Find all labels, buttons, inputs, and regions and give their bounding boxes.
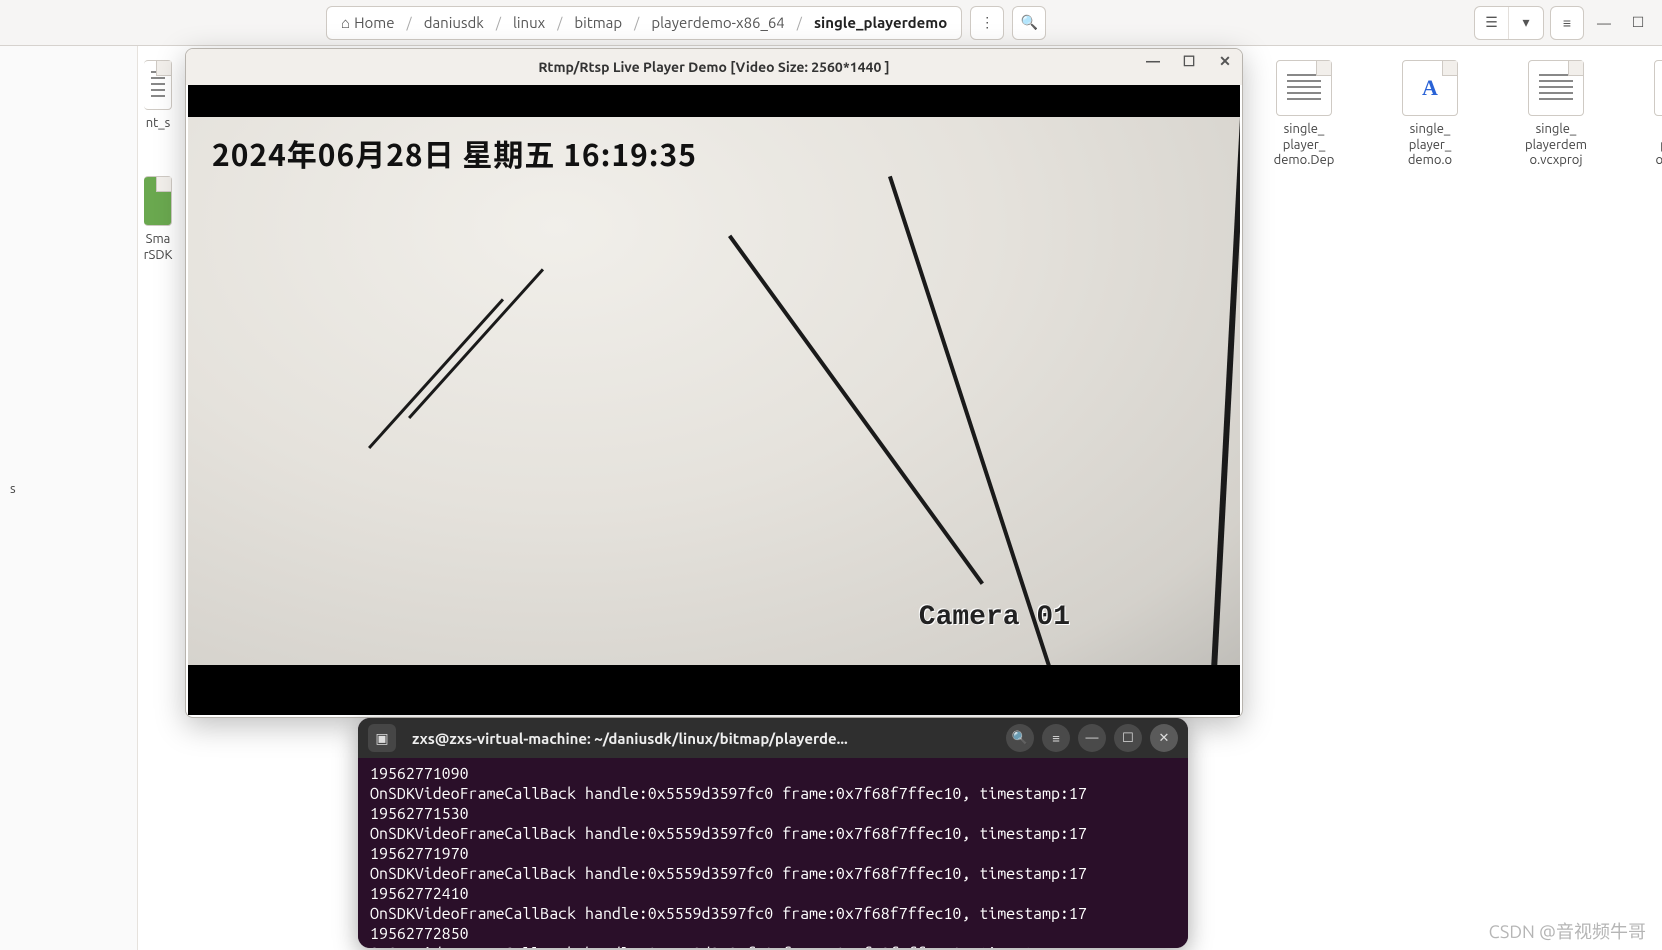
wall-edge bbox=[1211, 117, 1240, 665]
home-icon: ⌂ bbox=[341, 14, 350, 32]
file-label: single_ playerd o.vcxproj bbox=[1655, 122, 1662, 169]
hamburger-icon: ≡ bbox=[1052, 731, 1060, 746]
breadcrumb-part-0[interactable]: daniusdk bbox=[414, 14, 494, 31]
file-label: single_ playerdem o.vcxproj bbox=[1525, 122, 1587, 169]
file-icon bbox=[144, 176, 172, 226]
file-label: single_ player_ demo.o bbox=[1408, 122, 1452, 169]
text-file-icon bbox=[1276, 60, 1332, 116]
view-mode-pill: ☰ ▾ bbox=[1474, 6, 1544, 40]
osd-timestamp: 2024年06月28日 星期五 16:19:35 bbox=[212, 131, 697, 175]
file-label: single_ player_ demo.Dep bbox=[1274, 122, 1335, 169]
breadcrumb-current[interactable]: single_playerdemo bbox=[804, 14, 957, 31]
header-right-controls: ☰ ▾ ≡ — ☐ bbox=[1474, 6, 1652, 40]
file-item-0[interactable]: single_ player_ demo.Dep bbox=[1256, 60, 1352, 169]
maximize-icon: ☐ bbox=[1122, 731, 1134, 746]
text-file-icon bbox=[1654, 60, 1662, 116]
file-grid-left-partial: nt_s bbox=[138, 60, 178, 132]
hamburger-menu-button[interactable]: ≡ bbox=[1550, 6, 1584, 40]
player-titlebar[interactable]: Rtmp/Rtsp Live Player Demo [Video Size: … bbox=[186, 49, 1242, 85]
video-area: 2024年06月28日 星期五 16:19:35 Camera 01 bbox=[188, 85, 1240, 715]
file-label: Sma rSDK bbox=[144, 232, 173, 263]
player-minimize-button[interactable]: — bbox=[1142, 53, 1164, 70]
breadcrumb-home[interactable]: ⌂Home bbox=[331, 14, 405, 32]
search-button[interactable]: 🔍 bbox=[1012, 6, 1046, 40]
file-item-2[interactable]: single_ playerdem o.vcxproj bbox=[1508, 60, 1604, 169]
file-item-partial-0[interactable]: nt_s bbox=[138, 60, 178, 132]
minimize-icon: — bbox=[1086, 731, 1099, 745]
player-window-controls: — ☐ ✕ bbox=[1142, 53, 1236, 70]
fixture-edge bbox=[368, 298, 504, 449]
terminal-icon: ▣ bbox=[375, 730, 388, 747]
file-icon bbox=[144, 60, 172, 110]
more-options-button[interactable]: ⋮ bbox=[970, 6, 1004, 40]
breadcrumb-separator: / bbox=[405, 15, 414, 31]
view-dropdown-button[interactable]: ▾ bbox=[1509, 7, 1543, 39]
file-grid-left-partial2: Sma rSDK bbox=[138, 176, 178, 263]
terminal-title: zxs@zxs-virtual-machine: ~/daniusdk/linu… bbox=[412, 730, 848, 747]
breadcrumb-separator: / bbox=[555, 15, 564, 31]
kebab-icon: ⋮ bbox=[980, 14, 994, 31]
file-manager-sidebar: s bbox=[0, 46, 138, 950]
search-icon: 🔍 bbox=[1012, 731, 1028, 746]
terminal-new-tab-button[interactable]: ▣ bbox=[368, 724, 396, 752]
list-icon: ☰ bbox=[1485, 14, 1498, 31]
terminal-close-button[interactable]: ✕ bbox=[1150, 724, 1178, 752]
terminal-minimize-button[interactable]: — bbox=[1078, 724, 1106, 752]
terminal-menu-button[interactable]: ≡ bbox=[1042, 724, 1070, 752]
breadcrumb: ⌂Home / daniusdk / linux / bitmap / play… bbox=[326, 6, 962, 40]
breadcrumb-part-2[interactable]: bitmap bbox=[564, 14, 632, 31]
terminal-body[interactable]: 19562771090 OnSDKVideoFrameCallBack hand… bbox=[358, 758, 1188, 948]
file-item-1[interactable]: A single_ player_ demo.o bbox=[1382, 60, 1478, 169]
list-view-button[interactable]: ☰ bbox=[1475, 7, 1509, 39]
player-maximize-button[interactable]: ☐ bbox=[1178, 53, 1200, 70]
breadcrumb-separator: / bbox=[494, 15, 503, 31]
player-title-text: Rtmp/Rtsp Live Player Demo [Video Size: … bbox=[538, 59, 889, 75]
text-file-icon bbox=[1528, 60, 1584, 116]
terminal-maximize-button[interactable]: ☐ bbox=[1114, 724, 1142, 752]
chevron-down-icon: ▾ bbox=[1522, 14, 1529, 31]
ceiling-beam bbox=[888, 176, 1052, 665]
breadcrumb-part-3[interactable]: playerdemo-x86_64 bbox=[641, 14, 794, 31]
terminal-header-controls: 🔍 ≡ — ☐ ✕ bbox=[1006, 724, 1178, 752]
file-grid-right: single_ player_ demo.Dep A single_ playe… bbox=[1256, 60, 1662, 169]
maximize-icon: ☐ bbox=[1632, 14, 1645, 31]
richtext-file-icon: A bbox=[1402, 60, 1458, 116]
search-icon: 🔍 bbox=[1021, 14, 1038, 31]
csdn-watermark: CSDN @音视频牛哥 bbox=[1489, 918, 1646, 944]
maximize-button[interactable]: ☐ bbox=[1624, 9, 1652, 37]
sidebar-item[interactable]: s bbox=[0, 476, 137, 502]
terminal-window: ▣ zxs@zxs-virtual-machine: ~/daniusdk/li… bbox=[358, 718, 1188, 948]
player-window: Rtmp/Rtsp Live Player Demo [Video Size: … bbox=[185, 48, 1243, 718]
breadcrumb-separator: / bbox=[795, 15, 804, 31]
video-frame: 2024年06月28日 星期五 16:19:35 Camera 01 bbox=[188, 117, 1240, 665]
breadcrumb-part-1[interactable]: linux bbox=[503, 14, 555, 31]
ceiling-beam bbox=[728, 235, 984, 585]
terminal-search-button[interactable]: 🔍 bbox=[1006, 724, 1034, 752]
minimize-icon: — bbox=[1597, 15, 1611, 31]
hamburger-icon: ≡ bbox=[1563, 15, 1571, 31]
file-item-3[interactable]: single_ playerd o.vcxproj bbox=[1634, 60, 1662, 169]
file-label: nt_s bbox=[146, 116, 171, 132]
breadcrumb-home-label: Home bbox=[354, 14, 394, 31]
terminal-header[interactable]: ▣ zxs@zxs-virtual-machine: ~/daniusdk/li… bbox=[358, 718, 1188, 758]
minimize-button[interactable]: — bbox=[1590, 9, 1618, 37]
osd-camera-label: Camera 01 bbox=[919, 602, 1070, 633]
breadcrumb-separator: / bbox=[632, 15, 641, 31]
fixture-edge bbox=[408, 268, 544, 419]
close-icon: ✕ bbox=[1159, 731, 1170, 746]
file-manager-header: ⌂Home / daniusdk / linux / bitmap / play… bbox=[0, 0, 1662, 46]
file-item-partial-1[interactable]: Sma rSDK bbox=[138, 176, 178, 263]
player-close-button[interactable]: ✕ bbox=[1214, 53, 1236, 70]
